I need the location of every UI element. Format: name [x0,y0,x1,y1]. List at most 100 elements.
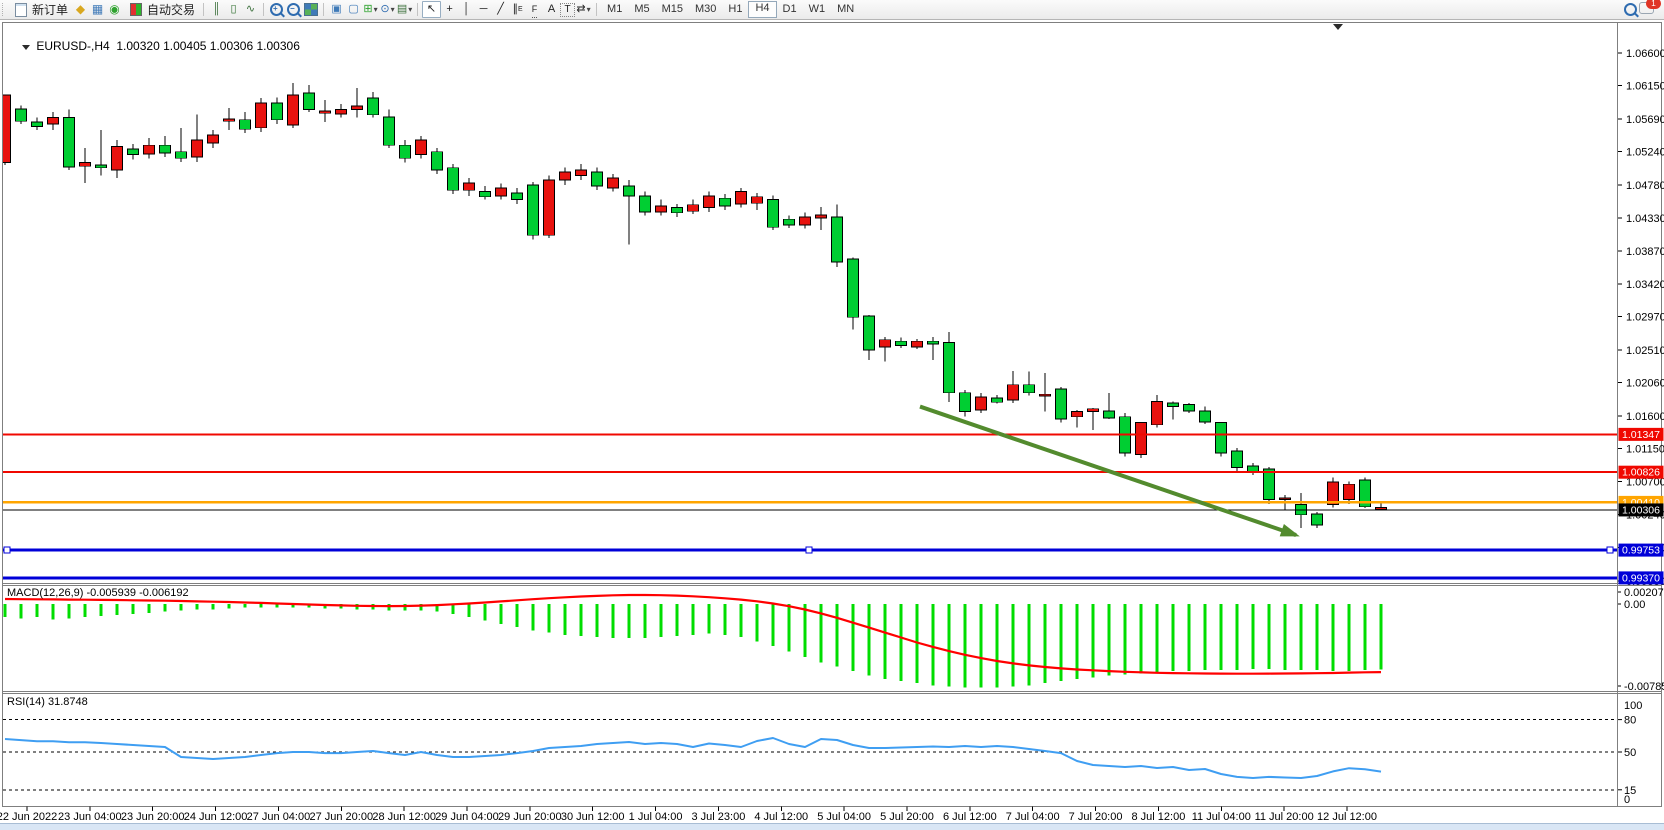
window-bottom-edge [0,823,1664,830]
bar-chart-mode-icon[interactable]: ║ [208,2,225,17]
svg-text:0.002073: 0.002073 [1624,587,1664,599]
timeframe-M5[interactable]: M5 [628,2,655,17]
line-chart-mode-icon[interactable]: ∿ [242,2,259,17]
chart-shift-icon[interactable]: ▢ [345,2,362,17]
svg-text:12 Jul 12:00: 12 Jul 12:00 [1317,811,1377,823]
text-label-tool-icon[interactable]: T [560,3,575,17]
svg-text:23 Jun 04:00: 23 Jun 04:00 [58,811,122,823]
channel-tool-icon[interactable]: ∥E [509,2,526,17]
terminal-icon[interactable]: ▦ [89,2,106,17]
new-order-button[interactable]: 新订单 [8,1,72,18]
svg-text:1 Jul 04:00: 1 Jul 04:00 [629,811,683,823]
time-axis: 22 Jun 202223 Jun 04:0023 Jun 20:0024 Ju… [0,807,1377,824]
auto-trading-button[interactable]: 自动交易 [123,1,199,18]
svg-text:1.03420: 1.03420 [1626,279,1664,291]
new-chart-window-icon[interactable]: ▣ [328,2,345,17]
svg-text:24 Jun 12:00: 24 Jun 12:00 [184,811,248,823]
timeframe-D1[interactable]: D1 [777,2,803,17]
svg-text:50: 50 [1624,747,1636,759]
timeframe-H1[interactable]: H1 [722,2,748,17]
svg-text:1.03870: 1.03870 [1626,246,1664,258]
svg-text:7 Jul 04:00: 7 Jul 04:00 [1006,811,1060,823]
line-handle [4,547,10,553]
crosshair-tool-icon[interactable]: + [441,2,458,17]
chart-symbol-label: EURUSD-,H4 [36,39,109,53]
line-handle [806,547,812,553]
horizontal-line-tool-icon[interactable]: ─ [475,2,492,17]
tile-windows-icon[interactable] [302,2,319,17]
svg-text:11 Jul 20:00: 11 Jul 20:00 [1255,811,1314,823]
svg-text:5 Jul 04:00: 5 Jul 04:00 [817,811,871,823]
arrows-tool-icon[interactable]: ⇄▾ [575,2,592,17]
cursor-tool-icon[interactable]: ↖ [422,1,441,18]
svg-text:1.04330: 1.04330 [1626,213,1664,225]
add-indicator-icon[interactable]: ⊞▾ [362,2,379,17]
svg-text:23 Jun 20:00: 23 Jun 20:00 [121,811,185,823]
auto-trading-label: 自动交易 [147,1,195,18]
svg-text:1.06150: 1.06150 [1626,81,1664,93]
line-handle [1607,547,1613,553]
candlestick-mode-icon[interactable]: ▯ [225,2,242,17]
timeframe-H4[interactable]: H4 [748,1,776,18]
periods-clock-icon[interactable]: ⊙▾ [379,2,396,17]
svg-text:22 Jun 2022: 22 Jun 2022 [0,811,57,823]
chat-button[interactable]: 1 [1639,2,1654,17]
toolbar-grip [2,3,6,16]
mql-market-icon[interactable]: ◆ [72,2,89,17]
timeframe-W1[interactable]: W1 [803,2,832,17]
svg-text:1.06600: 1.06600 [1626,48,1664,60]
application-window: 新订单 ◆ ▦ ◉ 自动交易 ║ ▯ ∿ + − ▣ ▢ ⊞▾ ⊙▾ ▤▾ ↖ … [0,0,1664,830]
svg-text:1.02970: 1.02970 [1626,312,1664,324]
svg-text:8 Jul 12:00: 8 Jul 12:00 [1132,811,1186,823]
auto-trading-icon [127,2,144,17]
svg-text:0: 0 [1624,794,1630,806]
chart-ohlc-values: 1.00320 1.00405 1.00306 1.00306 [116,39,300,53]
svg-text:3 Jul 23:00: 3 Jul 23:00 [692,811,746,823]
signals-icon[interactable]: ◉ [106,2,123,17]
svg-text:6 Jul 12:00: 6 Jul 12:00 [943,811,997,823]
trendline-tool-icon[interactable]: ╱ [492,2,509,17]
svg-text:30 Jun 12:00: 30 Jun 12:00 [561,811,625,823]
new-order-icon [12,2,29,17]
timeframe-M30[interactable]: M30 [689,2,722,17]
svg-text:1.05240: 1.05240 [1626,147,1664,159]
svg-text:28 Jun 12:00: 28 Jun 12:00 [372,811,436,823]
svg-text:0.99753: 0.99753 [1622,545,1660,557]
rsi-indicator-label: RSI(14) 31.8748 [7,696,88,708]
svg-text:4 Jul 12:00: 4 Jul 12:00 [754,811,808,823]
svg-text:29 Jun 04:00: 29 Jun 04:00 [435,811,499,823]
svg-text:5 Jul 20:00: 5 Jul 20:00 [880,811,934,823]
svg-text:0.00: 0.00 [1624,599,1645,611]
text-tool-icon[interactable]: A [543,2,560,17]
macd-indicator-label: MACD(12,26,9) -0.005939 -0.006192 [7,587,189,599]
svg-text:0.99370: 0.99370 [1622,572,1660,584]
svg-text:1.02060: 1.02060 [1626,378,1664,390]
chart-canvas[interactable]: 1.066001.061501.056901.052401.047801.043… [0,0,1664,830]
timeframe-MN[interactable]: MN [831,2,860,17]
zoom-in-icon[interactable]: + [268,2,285,17]
svg-text:27 Jun 04:00: 27 Jun 04:00 [247,811,311,823]
template-icon[interactable]: ▤▾ [396,2,413,17]
chart-title-row: EURUSD-,H4 1.00320 1.00405 1.00306 1.003… [9,25,300,67]
svg-text:80: 80 [1624,715,1636,727]
svg-text:1.01347: 1.01347 [1622,429,1660,441]
svg-text:11 Jul 04:00: 11 Jul 04:00 [1192,811,1251,823]
svg-text:27 Jun 20:00: 27 Jun 20:00 [309,811,373,823]
symbol-dropdown-icon[interactable] [22,45,30,50]
zoom-out-icon[interactable]: − [285,2,302,17]
svg-text:100: 100 [1624,700,1642,712]
vertical-line-tool-icon[interactable]: │ [458,2,475,17]
notification-badge: 1 [1646,0,1661,9]
fibonacci-tool-icon[interactable]: F [526,2,543,17]
search-icon[interactable] [1622,2,1639,17]
svg-text:1.00306: 1.00306 [1622,504,1660,516]
new-order-label: 新订单 [32,1,68,18]
timeframe-M1[interactable]: M1 [601,2,628,17]
main-toolbar: 新订单 ◆ ▦ ◉ 自动交易 ║ ▯ ∿ + − ▣ ▢ ⊞▾ ⊙▾ ▤▾ ↖ … [0,0,1664,20]
svg-text:1.00826: 1.00826 [1622,467,1660,479]
svg-text:1.04780: 1.04780 [1626,180,1664,192]
svg-text:1.01600: 1.01600 [1626,411,1664,423]
svg-text:1.02510: 1.02510 [1626,345,1664,357]
svg-text:29 Jun 20:00: 29 Jun 20:00 [498,811,562,823]
timeframe-M15[interactable]: M15 [656,2,689,17]
